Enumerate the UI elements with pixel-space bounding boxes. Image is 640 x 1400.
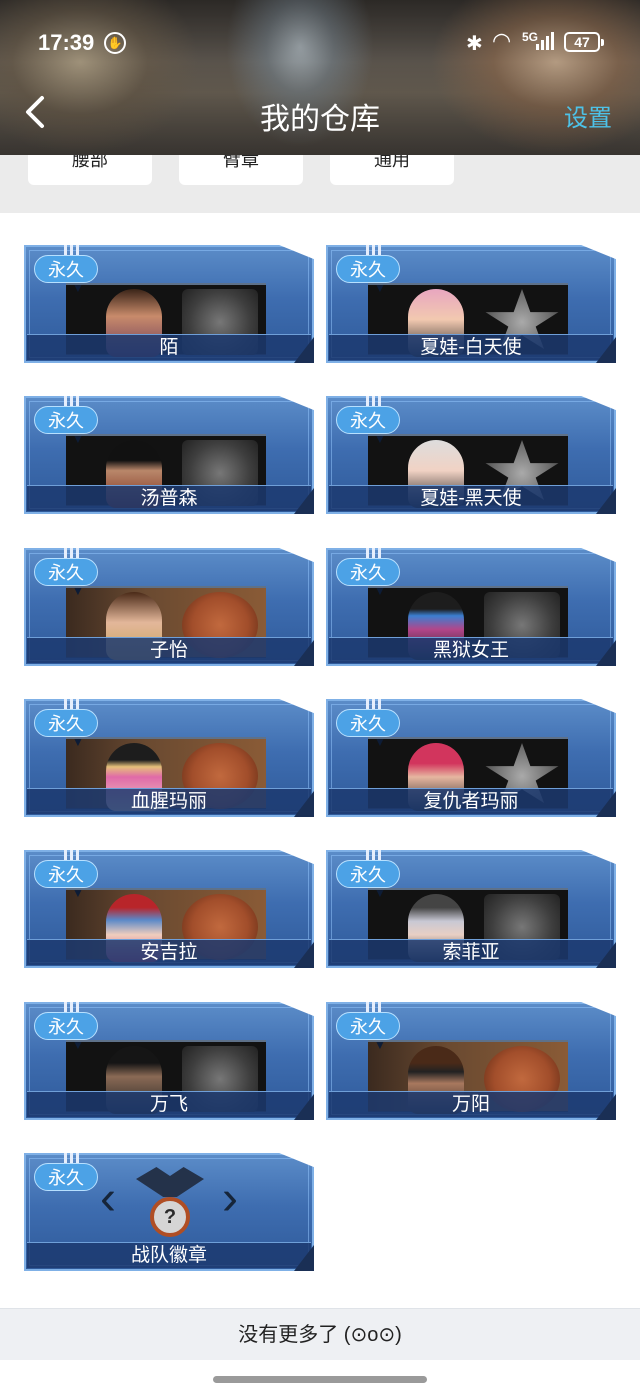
duration-badge: 永久 — [34, 860, 98, 888]
chevron-down-icon: ▼ — [374, 281, 386, 295]
duration-badge: 永久 — [34, 709, 98, 737]
duration-badge: 永久 — [336, 709, 400, 737]
item-name: 复仇者玛丽 — [423, 791, 519, 812]
duration-badge: 永久 — [336, 860, 400, 888]
item-name: 子怡 — [149, 640, 188, 661]
home-indicator[interactable] — [213, 1376, 427, 1383]
chevron-down-icon: ▼ — [72, 432, 84, 446]
list-end-footer: 没有更多了 (⊙o⊙) — [0, 1308, 640, 1360]
chevron-right-icon: › — [222, 1172, 238, 1225]
duration-badge: 永久 — [34, 406, 98, 434]
tab-waist[interactable]: 腰部 — [28, 155, 152, 185]
signal-icon — [536, 32, 554, 50]
chevron-down-icon: ▼ — [374, 886, 386, 900]
item-card[interactable]: 永久 ▼ 夏娃-白天使 — [326, 245, 616, 363]
settings-button[interactable]: 设置 — [564, 98, 612, 133]
duration-badge: 永久 — [34, 558, 98, 586]
duration-badge: 永久 — [34, 1012, 98, 1040]
item-name: 黑狱女王 — [432, 640, 509, 661]
tab-armband[interactable]: 臂章 — [179, 155, 303, 185]
item-name: 陌 — [159, 337, 179, 358]
chevron-left-icon: ‹ — [100, 1172, 116, 1225]
item-card[interactable]: 永久 ▼ 黑狱女王 — [326, 548, 616, 666]
header-banner: 17:39 ✋ ✱ ◠ 5G 47 我的仓库 设置 — [0, 0, 640, 155]
battery-icon: 47 — [564, 32, 604, 52]
item-card[interactable]: 永久 ▼ 万阳 — [326, 1002, 616, 1120]
category-tabs: 腰部 臂章 通用 — [0, 155, 640, 213]
chevron-down-icon: ▼ — [374, 584, 386, 598]
item-card[interactable]: 永久 ▼ 汤普森 — [24, 396, 314, 514]
item-name: 汤普森 — [140, 488, 198, 509]
duration-badge: 永久 — [336, 558, 400, 586]
chevron-down-icon: ▼ — [72, 584, 84, 598]
item-card[interactable]: 永久 ▼ 复仇者玛丽 — [326, 699, 616, 817]
question-mark-icon: ? — [150, 1197, 190, 1237]
chevron-down-icon: ▼ — [72, 281, 84, 295]
item-card[interactable]: 永久 ▼ 子怡 — [24, 548, 314, 666]
hand-icon: ✋ — [104, 32, 126, 54]
item-name: 万飞 — [149, 1094, 188, 1115]
item-card[interactable]: 永久 ▼ 夏娃-黑天使 — [326, 396, 616, 514]
chevron-down-icon: ▼ — [72, 1038, 84, 1052]
chevron-down-icon: ▼ — [72, 886, 84, 900]
status-bar: 17:39 ✋ ✱ ◠ 5G 47 — [0, 24, 640, 64]
wifi-icon: ◠ — [492, 28, 512, 53]
item-card[interactable]: 永久 ▼ 安吉拉 — [24, 850, 314, 968]
duration-badge: 永久 — [336, 1012, 400, 1040]
item-name: 战队徽章 — [130, 1245, 207, 1266]
item-name: 安吉拉 — [140, 942, 198, 963]
chevron-down-icon: ▼ — [72, 735, 84, 749]
duration-badge: 永久 — [34, 255, 98, 283]
tab-general[interactable]: 通用 — [330, 155, 454, 185]
status-time: 17:39 — [38, 30, 95, 55]
chevron-down-icon: ▼ — [374, 735, 386, 749]
duration-badge: 永久 — [336, 255, 400, 283]
item-name: 索菲亚 — [442, 942, 500, 963]
squad-badge-icon: ‹ ? › — [84, 1163, 254, 1237]
chevron-down-icon: ▼ — [374, 1038, 386, 1052]
duration-badge: 永久 — [336, 406, 400, 434]
item-name: 夏娃-黑天使 — [420, 488, 522, 509]
item-card[interactable]: ‹ ? › 永久 战队徽章 — [24, 1153, 314, 1271]
item-name: 血腥玛丽 — [130, 791, 207, 812]
item-card[interactable]: 永久 ▼ 血腥玛丽 — [24, 699, 314, 817]
chevron-down-icon: ▼ — [374, 432, 386, 446]
eagle-wings-icon — [136, 1167, 204, 1197]
page-title: 我的仓库 — [260, 103, 380, 136]
duration-badge: 永久 — [34, 1163, 98, 1191]
item-card[interactable]: 永久 ▼ 索菲亚 — [326, 850, 616, 968]
item-card[interactable]: 永久 ▼ 陌 — [24, 245, 314, 363]
bluetooth-icon: ✱ — [466, 33, 483, 55]
item-name: 夏娃-白天使 — [420, 337, 522, 358]
item-name: 万阳 — [451, 1094, 490, 1115]
nav-bar: 我的仓库 设置 — [0, 80, 640, 144]
no-more-text: 没有更多了 (⊙o⊙) — [238, 1324, 402, 1346]
item-card[interactable]: 永久 ▼ 万飞 — [24, 1002, 314, 1120]
